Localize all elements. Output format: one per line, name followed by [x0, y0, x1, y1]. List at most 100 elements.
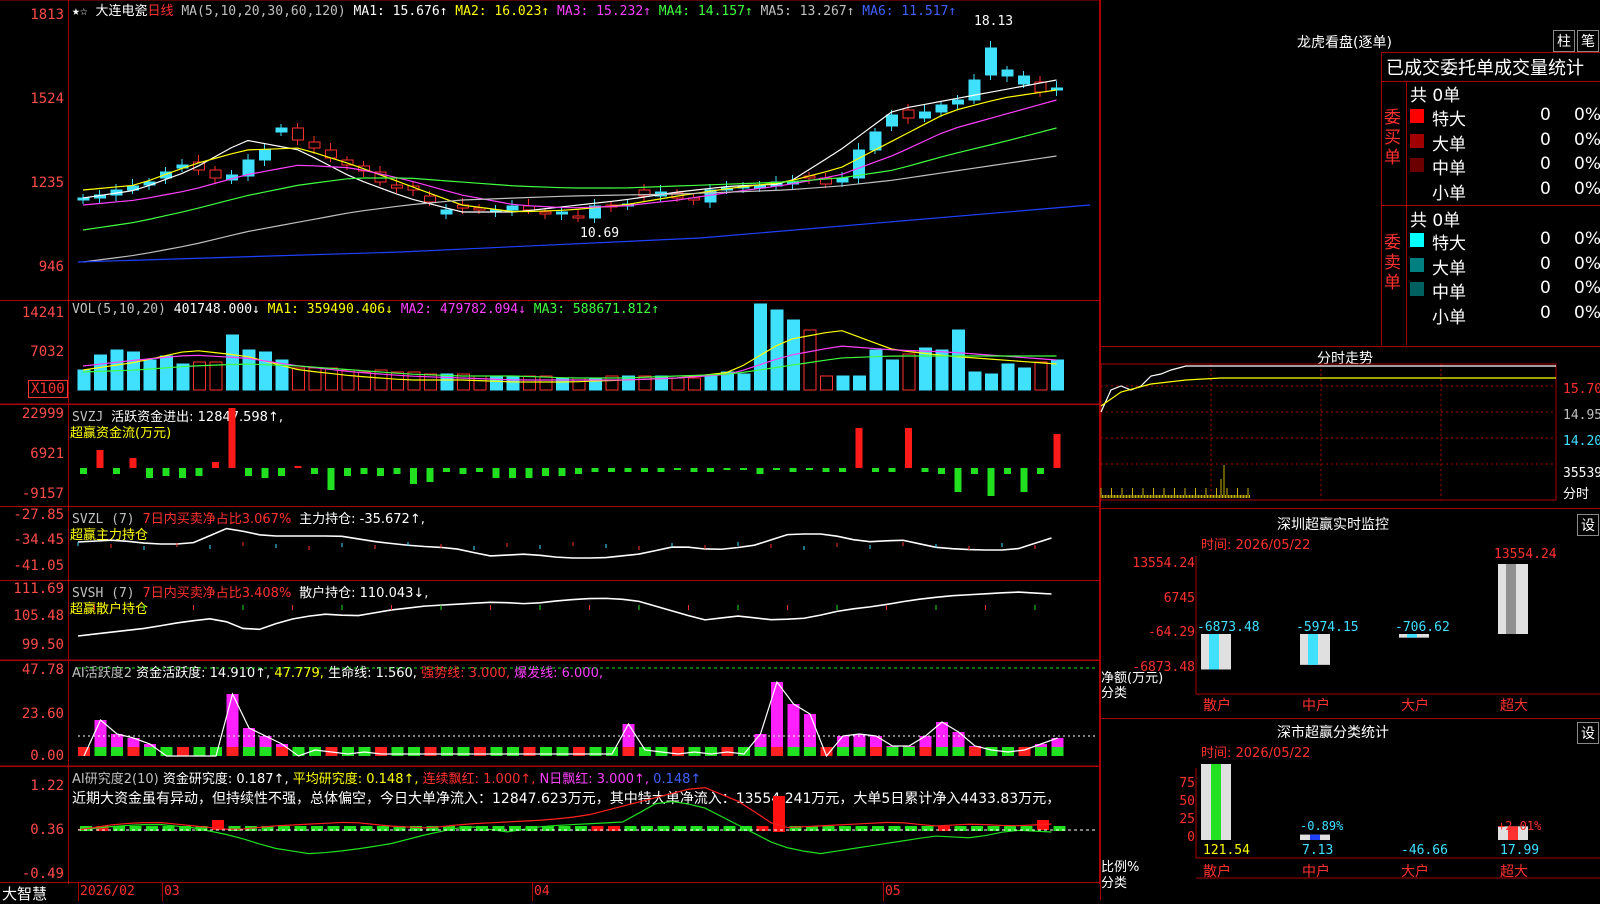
research-chart	[0, 765, 1100, 855]
stats-value: -46.66	[1401, 843, 1448, 858]
monitor-category: 散户	[1203, 697, 1231, 714]
active-base-bar	[853, 747, 866, 756]
fund-bar	[426, 468, 434, 482]
fund-bar	[707, 468, 714, 472]
volume-bar	[754, 303, 767, 391]
fund-bar	[641, 468, 648, 472]
x-axis: 大智慧 2026/02 03 04 05	[0, 882, 1100, 903]
active-base-bar	[193, 747, 206, 756]
active-base-bar	[408, 747, 420, 756]
svzl-panel[interactable]: SVZL (7) 7日内买卖净占比3.067% 主力持仓: -35.672↑, …	[0, 506, 1100, 581]
volume-bar	[688, 377, 701, 391]
main-position-line	[77, 527, 1052, 559]
fund-bar	[1020, 468, 1028, 492]
volume-panel[interactable]: VOL(5,10,20) 401748.000↓ MA1: 359490.406…	[0, 300, 1100, 405]
fund-bar	[327, 468, 335, 490]
svsh-panel[interactable]: SVSH (7) 7日内买卖净占比3.408% 散户持仓: 110.043↓, …	[0, 580, 1100, 661]
brand-logo: 大智慧	[2, 885, 48, 903]
ai-research-panel[interactable]: AI研究度2(10) 资金研究度: 0.187↑, 平均研究度: 0.148↑,…	[0, 765, 1100, 882]
stats-value: 7.13	[1302, 843, 1333, 858]
active-base-bar	[787, 747, 800, 756]
stats-category: 大户	[1401, 863, 1429, 880]
active-base-bar	[474, 747, 486, 756]
candle	[424, 195, 436, 203]
fund-bar	[872, 468, 879, 472]
fund-bar	[129, 458, 137, 468]
fund-bar	[525, 468, 533, 478]
tick-view-button[interactable]: 笔	[1577, 30, 1599, 52]
volume-bar	[143, 359, 157, 391]
sz-stats-panel[interactable]: 深市超赢分类统计 设 时间: 2026/05/22 75 50 25 0 比例%…	[1100, 718, 1600, 900]
ma2-line	[82, 89, 1057, 213]
active-base-bar	[705, 747, 717, 756]
dragon-panel[interactable]: 龙虎看盘(逐单) 柱 笔 已成交委托单成交量统计 委买单 委卖单 共 0单 共 …	[1100, 0, 1600, 347]
volume-bar	[325, 367, 338, 391]
stats-category: 中户	[1302, 863, 1330, 880]
volume-bar	[671, 377, 685, 391]
active-base-bar	[375, 747, 387, 756]
bar-view-button[interactable]: 柱	[1553, 30, 1575, 52]
volume-bar	[1034, 361, 1048, 391]
fund-bar	[492, 468, 500, 478]
fund-bar	[657, 468, 665, 472]
volume-bar	[440, 373, 454, 391]
volume-bar	[374, 369, 388, 391]
monitor-value: -6873.48	[1197, 620, 1260, 635]
color-swatch	[1410, 257, 1424, 272]
monitor-category: 中户	[1302, 697, 1330, 714]
volume-bar	[952, 329, 965, 391]
candle	[952, 99, 964, 105]
fund-bar	[855, 428, 863, 468]
candle	[539, 211, 552, 215]
monitor-category: 大户	[1401, 697, 1429, 714]
fund-bar	[311, 468, 318, 474]
candle	[292, 127, 304, 141]
volume-bar	[853, 375, 866, 391]
active-base-bar	[507, 747, 519, 756]
sz-monitor-panel[interactable]: 深圳超赢实时监控 设 时间: 2026/05/22 13554.24 6745 …	[1100, 508, 1600, 719]
fund-bar	[608, 468, 615, 472]
active-base-bar	[622, 747, 635, 756]
fund-bar	[1053, 434, 1061, 468]
dragon-row: 中单 0 0%	[1410, 278, 1600, 303]
price-panel[interactable]: ★☆ 大连电瓷日线 MA(5,10,20,30,60,120) MA1: 15.…	[0, 0, 1100, 301]
fund-bar	[806, 468, 813, 470]
active-base-bar	[441, 747, 453, 756]
volume-bar	[886, 359, 899, 391]
active-base-bar	[94, 747, 107, 756]
candle	[968, 79, 981, 101]
fund-bar	[558, 468, 566, 476]
fund-bar	[575, 468, 582, 474]
stats-category: 散户	[1203, 863, 1231, 880]
fund-bar	[1037, 468, 1044, 474]
volume-bar	[770, 309, 784, 391]
sell-group-label: 委卖单	[1384, 233, 1401, 293]
active-base-bar	[540, 747, 552, 756]
active-base-bar	[771, 747, 783, 756]
candle	[1018, 75, 1030, 85]
fund-bar	[476, 468, 483, 472]
active-base-bar	[523, 747, 536, 756]
fund-bar	[987, 468, 995, 496]
fund-bar	[591, 468, 599, 472]
active-base-bar	[391, 747, 404, 756]
candle	[259, 149, 271, 161]
ai-active-panel[interactable]: AI活跃度2 资金活跃度: 14.910↑, 47.779, 生命线: 1.56…	[0, 659, 1100, 767]
active-base-bar	[672, 747, 684, 756]
sz-stats-chart: 121.54 散户 7.13 -0.89% 中户 -46.66 大户 17.99 +2.01% 超…	[1195, 764, 1600, 880]
activity-chart	[0, 659, 1100, 758]
fund-bar	[789, 468, 797, 472]
active-base-bar	[424, 747, 437, 756]
intraday-chart	[1100, 363, 1557, 501]
volume-bar	[490, 375, 503, 391]
color-swatch	[1410, 233, 1424, 247]
ma5-line	[82, 155, 1057, 263]
ma6-line	[77, 204, 1091, 263]
volume-bar	[638, 375, 652, 391]
monitor-bar-inner	[1209, 634, 1219, 670]
fund-bar	[1004, 468, 1011, 474]
active-base-bar	[573, 747, 585, 756]
active-base-bar	[589, 747, 602, 756]
intraday-panel[interactable]: 分时走势 15.70 14.95 14.20 35539 分时	[1100, 346, 1600, 509]
svzj-panel[interactable]: SVZJ 活跃资金进出: 12847.598↑, 超赢资金流(万元) 22999…	[0, 403, 1100, 507]
